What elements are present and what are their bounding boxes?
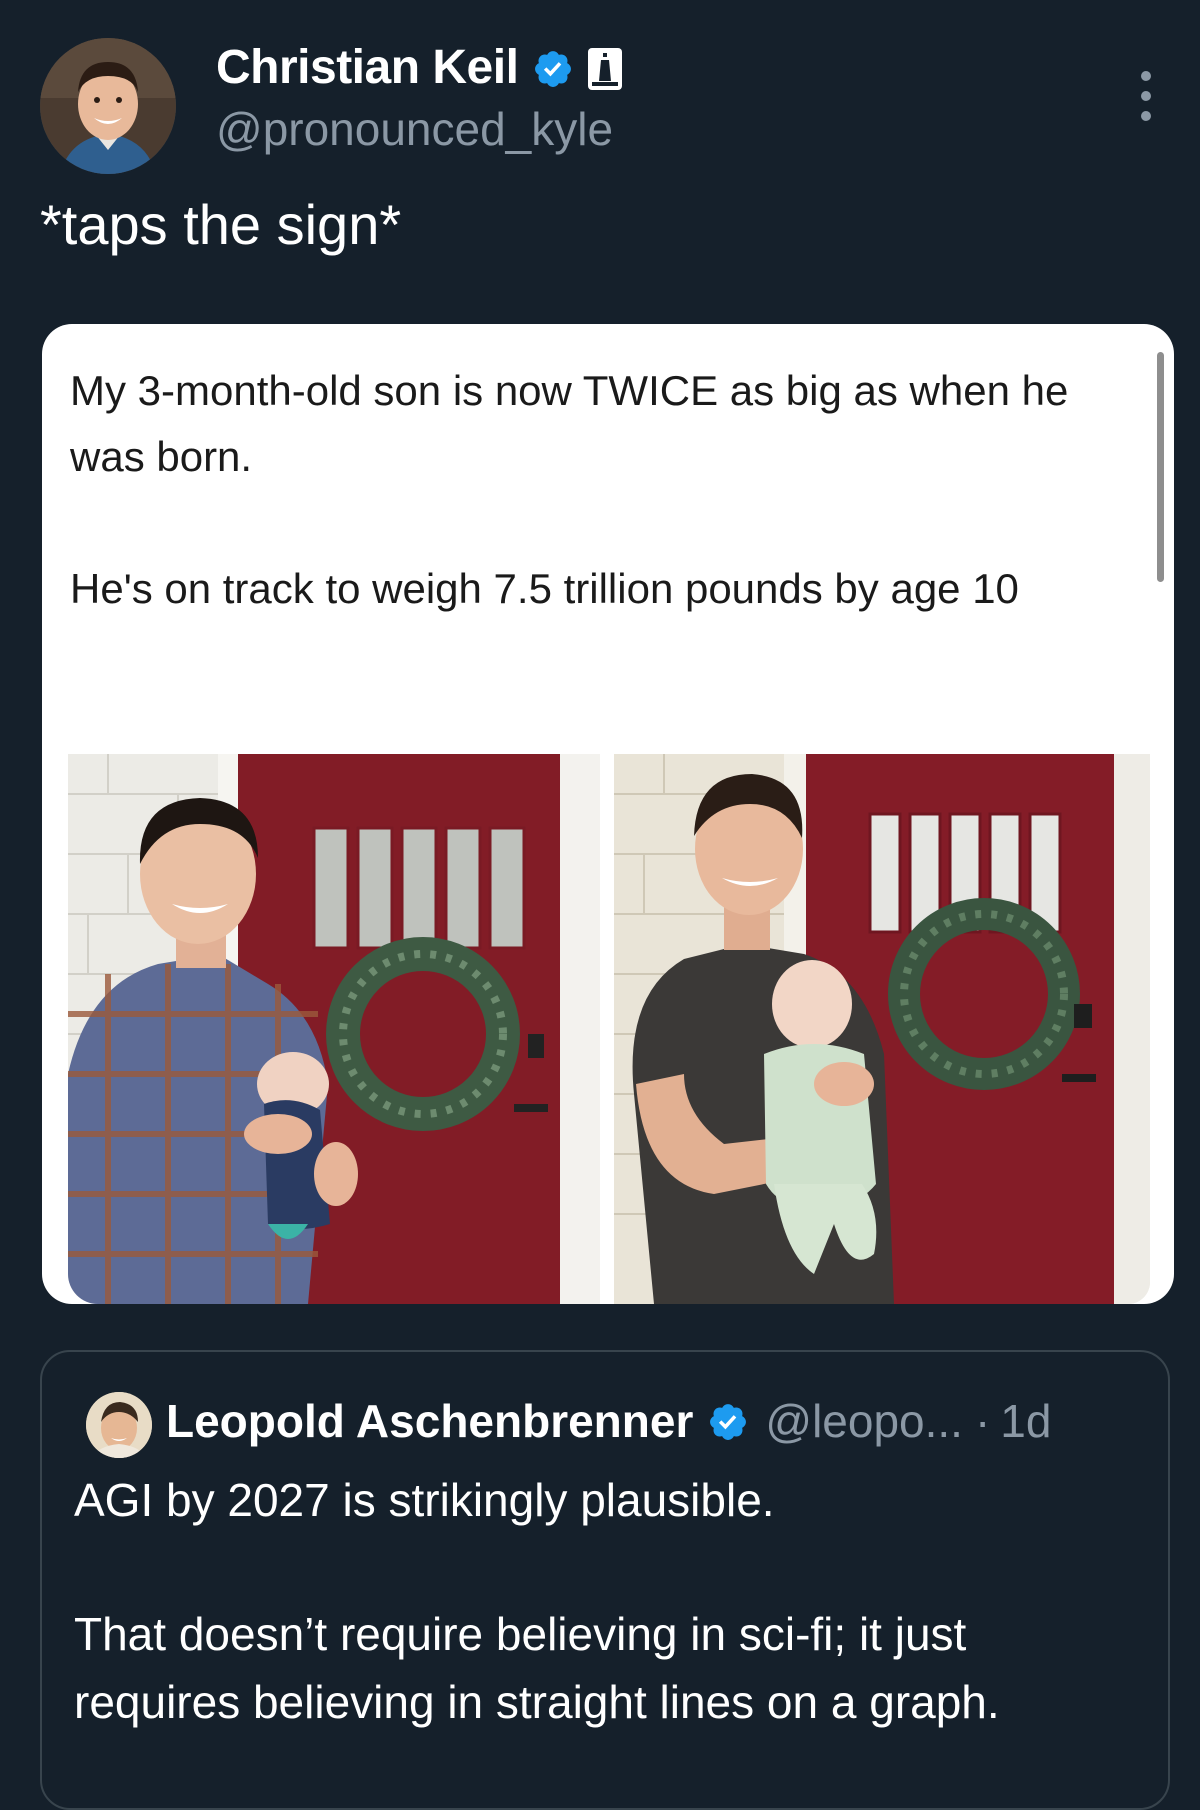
quoted-author-row: Leopold Aschenbrenner @leopo... · 1d [166,1394,1051,1448]
father-holding-3-month-old-photo [614,754,1150,1304]
author-handle[interactable]: @pronounced_kyle [216,102,613,156]
author-display-name[interactable]: Christian Keil [216,40,519,95]
author-avatar[interactable] [40,38,176,174]
quoted-author-display-name[interactable]: Leopold Aschenbrenner [166,1394,693,1448]
embedded-screenshot-image[interactable]: My 3-month-old son is now TWICE as big a… [42,324,1174,1304]
quoted-author-handle[interactable]: @leopo... [765,1394,963,1448]
tweet-text: *taps the sign* [40,193,402,256]
author-display-name-row: Christian Keil [216,40,623,95]
separator-dot: · [974,1395,991,1447]
quoted-timestamp[interactable]: 1d [1000,1394,1051,1448]
quoted-author-avatar[interactable] [86,1392,152,1458]
tweet: Christian Keil @pronounced_kyle *taps th… [0,0,1200,1810]
verified-badge-icon[interactable] [532,47,574,89]
quoted-verified-badge-icon[interactable] [707,1400,749,1442]
lighthouse-icon[interactable] [588,47,623,90]
quoted-paragraph-1: AGI by 2027 is strikingly plausible. [74,1474,775,1526]
father-holding-newborn-photo [68,754,600,1304]
screenshot-paragraph-2: He's on track to weigh 7.5 trillion poun… [70,565,1019,612]
quoted-tweet-text: AGI by 2027 is strikingly plausible. Tha… [74,1466,1144,1736]
screenshot-text: My 3-month-old son is now TWICE as big a… [70,358,1130,622]
quoted-tweet[interactable]: Leopold Aschenbrenner @leopo... · 1d AGI… [40,1350,1170,1810]
more-options-icon[interactable] [1128,66,1164,126]
screenshot-paragraph-1: My 3-month-old son is now TWICE as big a… [70,367,1069,480]
quoted-paragraph-2: That doesn’t require believing in sci-fi… [74,1608,1000,1728]
screenshot-scrollbar [1157,352,1164,582]
